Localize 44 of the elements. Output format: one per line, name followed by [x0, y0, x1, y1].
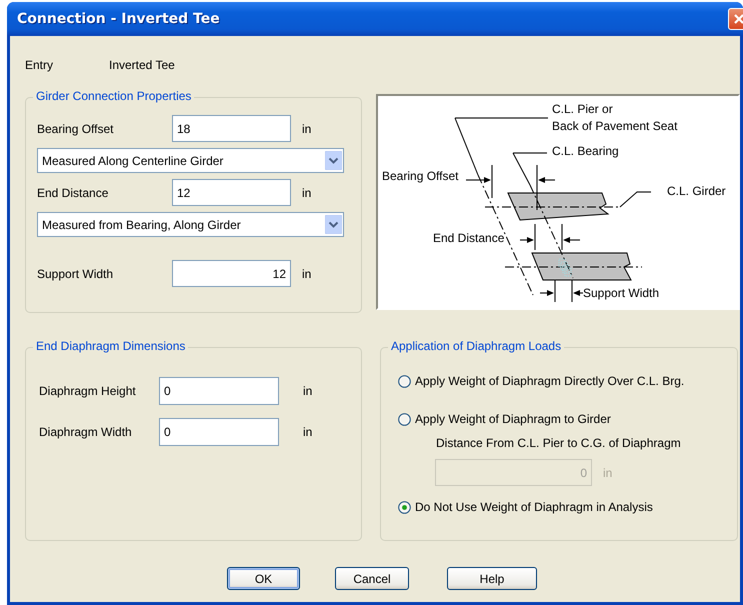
dialog-button[interactable]: OK: [227, 567, 300, 590]
close-icon[interactable]: [732, 12, 743, 26]
diagram-label: C.L. Bearing: [552, 144, 619, 158]
entry-value: Inverted Tee: [109, 58, 175, 72]
dialog-button[interactable]: Cancel: [335, 567, 409, 590]
diagram-label: Bearing Offset: [382, 169, 458, 183]
input-field[interactable]: 12: [172, 179, 291, 206]
diagram-label: Support Width: [583, 286, 660, 300]
radio-option[interactable]: Apply Weight of Diaphragm Directly Over C.L. Brg.: [398, 374, 684, 388]
field-label: Distance From C.L. Pier to C.G. of Diaphragm: [436, 436, 682, 450]
group-title: Application of Diaphragm Loads: [388, 339, 564, 354]
input-field[interactable]: 18: [172, 115, 291, 142]
diagram-label: Back of Pavement Seat: [552, 119, 678, 133]
dialog-button[interactable]: Help: [447, 567, 537, 590]
input-field[interactable]: 0: [159, 377, 279, 405]
field-label: Diaphragm Width: [39, 425, 133, 439]
diagram-label: C.L. Girder: [667, 184, 726, 198]
unit-label: in: [603, 466, 612, 480]
unit-label: in: [302, 266, 312, 280]
input-field[interactable]: 0: [159, 418, 279, 446]
window-title: Connection - Inverted Tee: [16, 11, 221, 27]
input-field[interactable]: 12: [172, 260, 291, 287]
radio-option[interactable]: Apply Weight of Diaphragm to Girder: [398, 412, 611, 426]
radio-option[interactable]: Do Not Use Weight of Diaphragm in Analysis: [398, 500, 653, 514]
field-label: End Distance: [37, 186, 110, 200]
dropdown[interactable]: Measured Along Centerline Girder: [37, 148, 344, 173]
dropdown-arrow-icon[interactable]: [325, 215, 342, 234]
group-title: End Diaphragm Dimensions: [33, 339, 188, 354]
entry-label: Entry: [25, 58, 54, 72]
diagram-label: End Distance: [433, 231, 504, 245]
unit-label: in: [302, 122, 312, 136]
unit-label: in: [303, 425, 312, 439]
dropdown[interactable]: Measured from Bearing, Along Girder: [37, 212, 344, 237]
group-title: Girder Connection Properties: [33, 89, 194, 104]
field-label: Support Width: [37, 266, 114, 280]
radio-button[interactable]: [398, 412, 411, 426]
unit-label: in: [303, 384, 312, 398]
radio-button[interactable]: [398, 500, 411, 514]
field-label: Diaphragm Height: [39, 384, 137, 398]
radio-button[interactable]: [398, 374, 411, 388]
unit-label: in: [302, 186, 312, 200]
diagram-label: C.L. Pier or: [552, 102, 613, 116]
dropdown-arrow-icon[interactable]: [325, 151, 342, 170]
field-label: Bearing Offset: [37, 122, 114, 136]
